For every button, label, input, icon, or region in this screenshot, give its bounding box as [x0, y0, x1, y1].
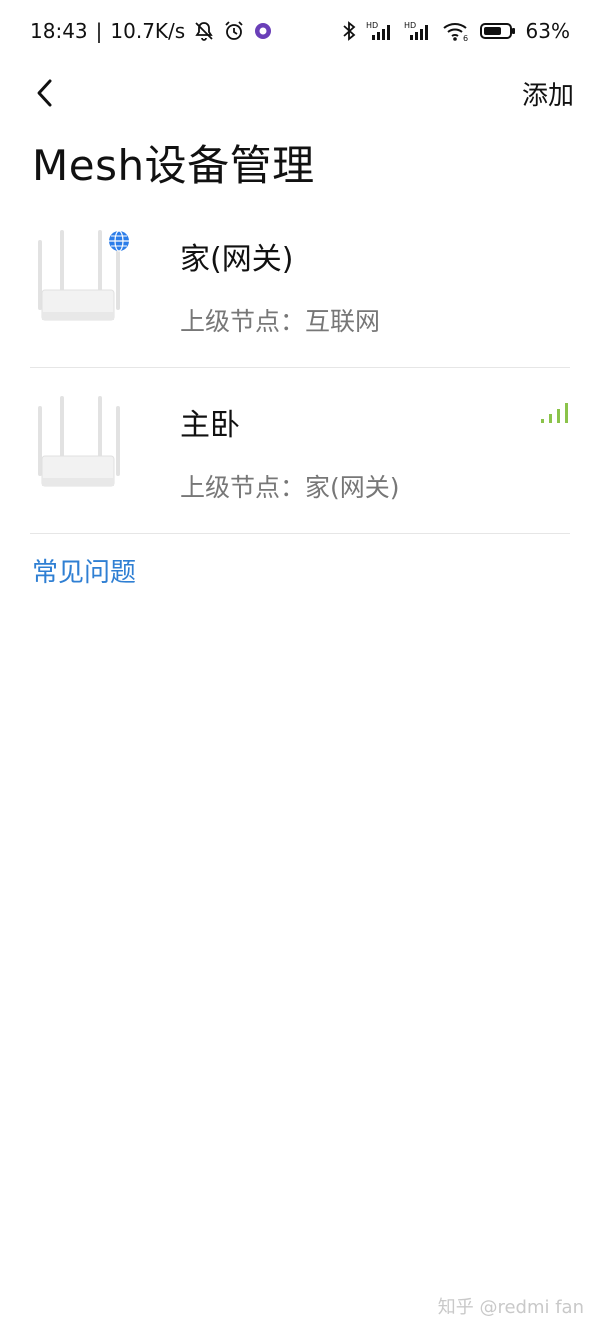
- device-list: 家(网关) 上级节点：互联网 主卧 上级节点：家(网关): [30, 202, 570, 534]
- status-net-speed: 10.7K/s: [110, 19, 186, 43]
- svg-text:HD: HD: [366, 21, 378, 30]
- battery-percent: 63%: [525, 19, 570, 43]
- bluetooth-icon: [342, 20, 356, 42]
- app-icon: [253, 21, 273, 41]
- alarm-icon: [223, 20, 245, 42]
- device-name: 家(网关): [180, 242, 294, 277]
- status-right: HD HD 6 63%: [342, 19, 570, 43]
- status-time: 18:43: [30, 19, 88, 43]
- status-separator: |: [95, 19, 103, 43]
- back-button[interactable]: [30, 73, 60, 113]
- status-bar: 18:43 | 10.7K/s HD HD 6 63%: [0, 0, 600, 62]
- device-parent-node: 上级节点：互联网: [180, 307, 381, 336]
- device-row-master-bedroom[interactable]: 主卧 上级节点：家(网关): [30, 368, 570, 534]
- signal-strength-icon: [541, 403, 568, 423]
- signal-hd-icon: HD: [366, 20, 394, 42]
- device-row-gateway[interactable]: 家(网关) 上级节点：互联网: [30, 202, 570, 368]
- chevron-left-icon: [37, 79, 52, 107]
- battery-icon: [479, 21, 516, 41]
- svg-text:6: 6: [463, 34, 468, 42]
- svg-text:HD: HD: [404, 21, 416, 30]
- status-left: 18:43 | 10.7K/s: [30, 19, 273, 43]
- device-name: 主卧: [180, 408, 240, 443]
- router-icon: [38, 396, 120, 487]
- device-parent-node: 上级节点：家(网关): [180, 473, 400, 502]
- signal-hd-icon: HD: [404, 20, 432, 42]
- globe-icon: [109, 230, 129, 252]
- top-app-bar: 添加: [0, 68, 600, 118]
- watermark: 知乎 @redmi fan: [437, 1297, 584, 1318]
- add-button[interactable]: 添加: [522, 75, 574, 112]
- page-title: Mesh设备管理: [32, 141, 315, 190]
- wifi-icon: 6: [442, 20, 470, 42]
- mute-bell-icon: [193, 20, 215, 42]
- faq-link[interactable]: 常见问题: [32, 552, 136, 589]
